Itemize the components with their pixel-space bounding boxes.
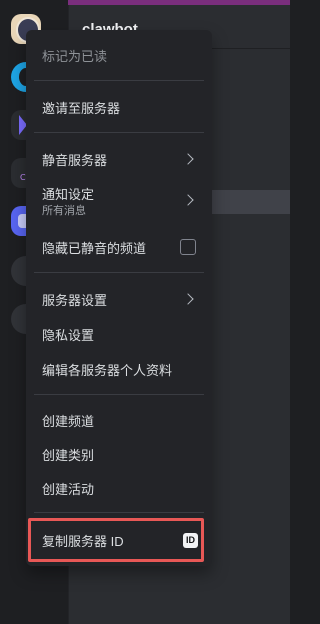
menu-item-create-event-label: 创建活动 xyxy=(42,481,95,497)
menu-item-edit-server-profile-label: 编辑各服务器个人资料 xyxy=(42,362,173,378)
menu-item-create-category[interactable]: 创建类别 xyxy=(34,439,204,469)
menu-item-mute-server[interactable]: 静音服务器 xyxy=(34,144,204,174)
server-context-menu: 标记为已读 邀请至服务器 静音服务器 通知设定 所有消息 隐藏已静音的频道 服务… xyxy=(26,30,212,566)
menu-item-notification-settings-label: 通知设定 xyxy=(42,187,95,202)
menu-item-notification-settings-sub: 所有消息 xyxy=(42,205,86,217)
menu-separator xyxy=(34,394,204,395)
menu-item-invite[interactable]: 邀请至服务器 xyxy=(34,92,204,122)
menu-item-create-channel[interactable]: 创建频道 xyxy=(34,405,204,435)
menu-separator xyxy=(34,80,204,81)
chevron-right-icon xyxy=(182,293,194,305)
menu-item-privacy-settings-label: 隐私设置 xyxy=(42,327,95,343)
highlight-outline xyxy=(28,518,204,562)
menu-item-server-settings-label: 服务器设置 xyxy=(42,292,108,308)
menu-separator xyxy=(34,132,204,133)
chevron-right-icon xyxy=(182,194,194,206)
menu-item-create-channel-label: 创建频道 xyxy=(42,413,95,429)
menu-item-create-event[interactable]: 创建活动 xyxy=(34,473,204,503)
hide-muted-checkbox[interactable] xyxy=(180,239,196,255)
menu-item-invite-label: 邀请至服务器 xyxy=(42,100,121,116)
menu-item-hide-muted-channels[interactable]: 隐藏已静音的频道 xyxy=(34,232,204,262)
top-accent-bar xyxy=(68,0,290,5)
menu-item-server-settings[interactable]: 服务器设置 xyxy=(34,284,204,314)
menu-item-edit-server-profile[interactable]: 编辑各服务器个人资料 xyxy=(34,354,204,384)
menu-item-hide-muted-channels-label: 隐藏已静音的频道 xyxy=(42,240,147,256)
selected-channel-row[interactable] xyxy=(200,190,290,214)
menu-item-mark-read-label: 标记为已读 xyxy=(42,48,108,64)
menu-item-mute-server-label: 静音服务器 xyxy=(42,152,108,168)
menu-item-create-category-label: 创建类别 xyxy=(42,447,95,463)
menu-separator xyxy=(34,272,204,273)
menu-item-privacy-settings[interactable]: 隐私设置 xyxy=(34,319,204,349)
menu-item-mark-read[interactable]: 标记为已读 xyxy=(34,40,204,70)
chevron-right-icon xyxy=(182,153,194,165)
discord-window: C2 clawbot ⌄ 标记为已读 邀请至服务器 静音服务器 通知设定 所有消… xyxy=(0,0,290,624)
menu-separator xyxy=(34,512,204,513)
menu-item-notification-settings[interactable]: 通知设定 所有消息 xyxy=(34,180,204,220)
